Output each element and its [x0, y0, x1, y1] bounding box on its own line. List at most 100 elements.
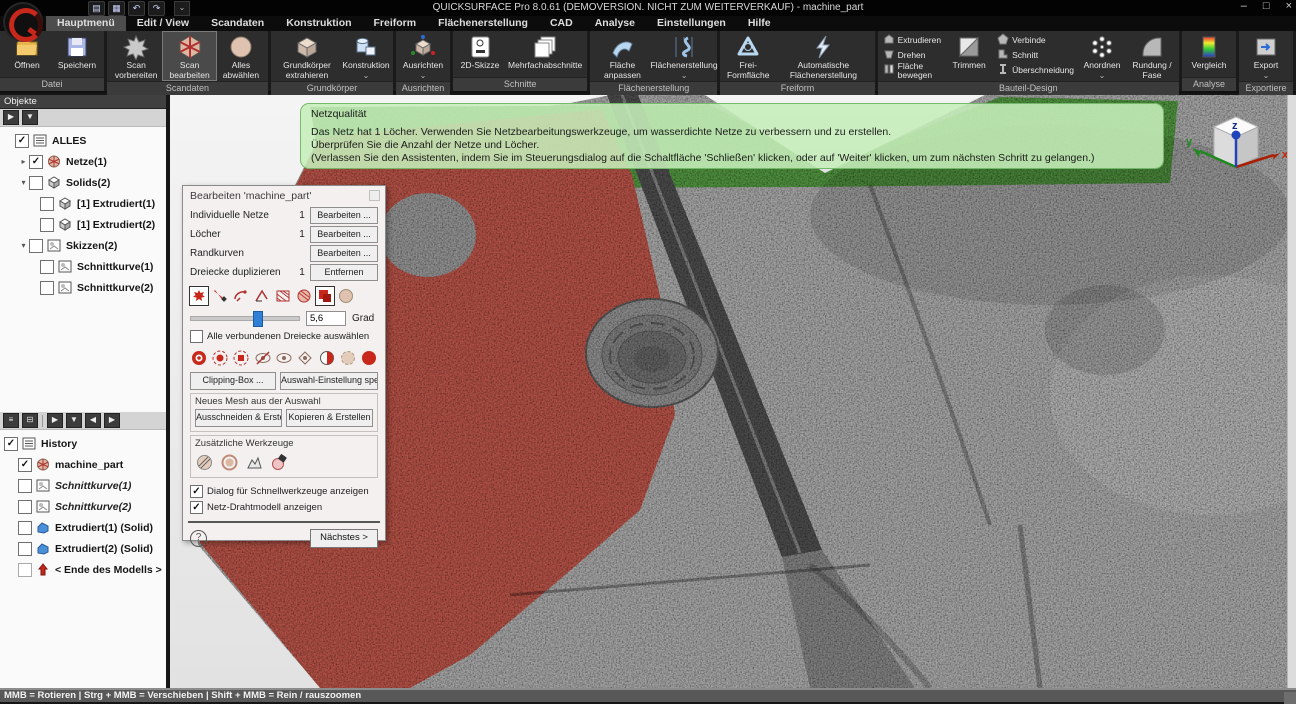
menu-einstellungen[interactable]: Einstellungen	[646, 16, 737, 31]
menu-hauptmenu[interactable]: Hauptmenü	[46, 16, 126, 31]
alles-abwaehlen-button[interactable]: Alles abwählen	[216, 32, 266, 80]
connected-triangles-checkbox[interactable]	[190, 330, 203, 343]
decimate-tool-icon[interactable]	[245, 453, 263, 471]
view-cube[interactable]: x y z	[1184, 109, 1288, 191]
mehrfachabschnitte-button[interactable]: Mehrfachabschnitte	[505, 32, 585, 76]
angle-value-input[interactable]	[306, 311, 346, 326]
tree-item-schnittkurve-1[interactable]: Schnittkurve(1)	[0, 256, 166, 277]
schnitt-button[interactable]: Schnitt	[997, 50, 1074, 63]
extrudieren-button[interactable]: Extrudieren	[883, 35, 941, 48]
checkbox[interactable]	[29, 155, 43, 169]
grundkoerper-extrahieren-button[interactable]: Grundkörper extrahieren	[273, 32, 341, 80]
fill-hole-tool-icon[interactable]	[220, 453, 238, 471]
expand-caret-icon[interactable]	[18, 178, 29, 187]
flaeche-anpassen-button[interactable]: Fläche anpassen	[592, 32, 653, 80]
menu-flaechenerstellung[interactable]: Flächenerstellung	[427, 16, 539, 31]
filter-history-icon[interactable]: ▼	[66, 413, 82, 428]
sphere-brush-icon[interactable]	[337, 287, 355, 305]
minimize-button[interactable]: –	[1241, 0, 1247, 12]
flaeche-bewegen-button[interactable]: Fläche bewegen	[883, 65, 941, 78]
menu-konstruktion[interactable]: Konstruktion	[275, 16, 362, 31]
ausrichten-button[interactable]: Ausrichten	[398, 32, 448, 80]
checkbox[interactable]	[29, 239, 43, 253]
automatische-flaechenerstellung-button[interactable]: Automatische Flächenerstellung	[774, 32, 872, 80]
step-last-icon[interactable]: ▶	[104, 413, 120, 428]
ueberschneidung-button[interactable]: Überschneidung	[997, 65, 1074, 78]
tree-item-solids[interactable]: Solids(2)	[0, 172, 166, 193]
tree-item-netze[interactable]: Netze(1)	[0, 151, 166, 172]
checkbox[interactable]	[18, 479, 32, 493]
entfernen-button[interactable]: Entfernen	[310, 264, 378, 281]
menu-cad[interactable]: CAD	[539, 16, 584, 31]
lasso-select-icon[interactable]	[232, 287, 250, 305]
frei-formflaeche-button[interactable]: Frei-Formfläche	[722, 32, 774, 80]
export-button[interactable]: Export	[1241, 32, 1291, 80]
show-all-icon[interactable]	[275, 349, 292, 367]
menu-edit-view[interactable]: Edit / View	[126, 16, 200, 31]
checkbox[interactable]	[18, 542, 32, 556]
verbinde-button[interactable]: Verbinde	[997, 35, 1074, 48]
solid-red-icon[interactable]	[361, 349, 378, 367]
rect-region-icon[interactable]	[233, 349, 250, 367]
menu-hilfe[interactable]: Hilfe	[737, 16, 782, 31]
tree-item-extrudiert-2[interactable]: [1] Extrudiert(2)	[0, 214, 166, 235]
list-view-icon[interactable]: ≡	[3, 413, 19, 428]
smooth-tool-icon[interactable]	[195, 453, 213, 471]
eraser-tool-icon[interactable]	[270, 453, 288, 471]
angle-slider[interactable]	[190, 316, 300, 321]
2d-skizze-button[interactable]: 2D-Skizze	[455, 32, 505, 76]
copy-and-create-button[interactable]: Kopieren & Erstellen	[286, 409, 373, 427]
show-through-icon[interactable]	[211, 349, 228, 367]
trimmen-button[interactable]: Trimmen	[944, 32, 994, 80]
checkbox[interactable]	[18, 458, 32, 472]
square-brush-icon[interactable]	[316, 287, 334, 305]
help-icon[interactable]: ?	[190, 530, 207, 547]
menu-scandaten[interactable]: Scandaten	[200, 16, 275, 31]
tree-item-history[interactable]: History	[0, 433, 166, 454]
step-first-icon[interactable]: ◀	[85, 413, 101, 428]
bearbeiten-netze-button[interactable]: Bearbeiten ...	[310, 207, 378, 224]
history-item-schnittkurve-1[interactable]: Schnittkurve(1)	[0, 475, 166, 496]
restore-button[interactable]: □	[1263, 0, 1270, 12]
circle-select-icon[interactable]	[295, 287, 313, 305]
next-button[interactable]: Nächstes >	[310, 529, 378, 548]
tree-item-skizzen[interactable]: Skizzen(2)	[0, 235, 166, 256]
checkbox[interactable]	[40, 281, 54, 295]
history-item-machine-part[interactable]: machine_part	[0, 454, 166, 475]
expand-caret-icon[interactable]	[18, 157, 29, 166]
save-button[interactable]: Speichern	[52, 32, 102, 76]
scan-vorbereiten-button[interactable]: Scan vorbereiten	[109, 32, 163, 80]
expand-caret-icon[interactable]	[18, 241, 29, 250]
rect-select-icon[interactable]	[274, 287, 292, 305]
cut-and-create-button[interactable]: Ausschneiden & Erstellen	[195, 409, 282, 427]
wireframe-checkbox[interactable]	[190, 501, 203, 514]
hide-selection-icon[interactable]	[254, 349, 271, 367]
checkbox[interactable]	[29, 176, 43, 190]
checkbox[interactable]	[40, 218, 54, 232]
konstruktion-button[interactable]: Konstruktion	[341, 32, 391, 80]
tree-view-icon[interactable]: ⊟	[22, 413, 38, 428]
show-selected-icon[interactable]	[190, 349, 207, 367]
history-item-schnittkurve-2[interactable]: Schnittkurve(2)	[0, 496, 166, 517]
resize-grip[interactable]	[1284, 692, 1296, 704]
slider-handle[interactable]	[253, 311, 263, 327]
rundung-fase-button[interactable]: Rundung / Fase	[1127, 32, 1177, 80]
half-visibility-icon[interactable]	[318, 349, 335, 367]
checkbox[interactable]	[40, 197, 54, 211]
checkbox[interactable]	[18, 521, 32, 535]
viewport-scrollbar[interactable]	[1287, 95, 1296, 688]
checkbox[interactable]	[4, 437, 18, 451]
polyline-select-icon[interactable]	[253, 287, 271, 305]
magic-wand-select-icon[interactable]	[190, 287, 208, 305]
invert-visibility-icon[interactable]	[297, 349, 314, 367]
bearbeiten-loecher-button[interactable]: Bearbeiten ...	[310, 226, 378, 243]
history-item-extrudiert-2[interactable]: Extrudiert(2) (Solid)	[0, 538, 166, 559]
checkbox[interactable]	[18, 500, 32, 514]
ghost-selection-icon[interactable]	[339, 349, 356, 367]
bearbeiten-randkurven-button[interactable]: Bearbeiten ...	[310, 245, 378, 262]
history-item-ende-des-modells[interactable]: < Ende des Modells >	[0, 559, 166, 580]
close-button[interactable]: ×	[1286, 0, 1292, 12]
history-item-extrudiert-1[interactable]: Extrudiert(1) (Solid)	[0, 517, 166, 538]
checkbox[interactable]	[40, 260, 54, 274]
anordnen-button[interactable]: Anordnen	[1077, 32, 1127, 80]
